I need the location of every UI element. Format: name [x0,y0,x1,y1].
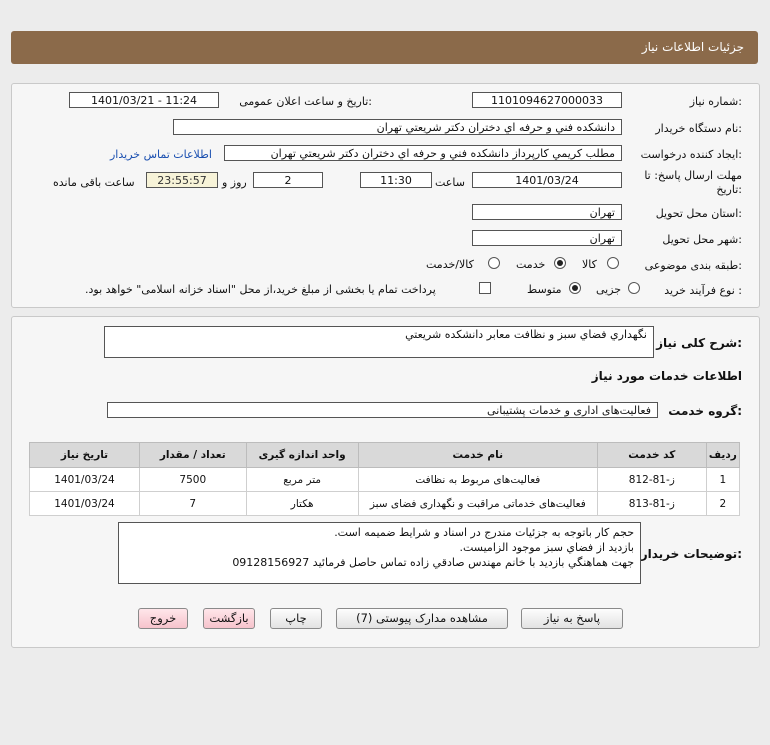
treasury-payment-checkbox[interactable] [479,282,491,294]
buyer-org-field: دانشكده فني و حرفه اي دختران دكتر شريعتي… [173,119,622,135]
service-group-label: گروه خدمت: [668,404,742,418]
category-radio-goods-service[interactable] [488,257,500,269]
need-number-label: شماره نیاز: [689,95,742,108]
category-label: طبقه بندی موضوعی: [644,259,742,272]
col-header-qty: تعداد / مقدار [138,442,247,468]
exit-button[interactable]: خروج [138,608,188,629]
deadline-date-field: 1401/03/24 [472,172,622,188]
page-title: جزئیات اطلاعات نیاز [641,40,744,54]
deadline-time-field: 11:30 [360,172,432,188]
deadline-time-label: ساعت [435,176,465,189]
process-type-label: نوع فرآیند خرید : [664,284,742,297]
services-section-title: اطلاعات خدمات مورد نیاز [591,369,742,383]
remaining-time-label: ساعت باقی مانده [53,176,135,189]
creator-label: ایجاد کننده درخواست: [640,148,742,161]
cell-row: 2 [705,491,741,516]
category-radio-goods[interactable] [607,257,619,269]
buyer-contact-link[interactable]: اطلاعات تماس خریدار [110,148,212,161]
table-row: 2 ز-81-813 فعالیت‌های خدماتی مراقبت و نگ… [29,491,741,516]
cell-unit: متر مربع [245,467,359,492]
cell-name: فعالیت‌های خدماتی مراقبت و نگهداری فضای … [357,491,598,516]
table-header-row: ردیف کد خدمت نام خدمت واحد اندازه گیری ت… [29,442,741,468]
process-option-medium: متوسط [527,283,562,296]
remaining-time-field: 23:55:57 [146,172,218,188]
buyer-org-label: نام دستگاه خریدار: [655,122,742,135]
cell-date: 1401/03/24 [29,491,140,516]
buyer-notes-label: توضیحات خریدار: [640,547,742,561]
cell-code: ز-81-812 [596,467,707,492]
back-button[interactable]: بازگشت [203,608,255,629]
col-header-code: کد خدمت [596,442,707,468]
need-summary-label: شرح کلی نیاز: [656,336,742,350]
treasury-payment-note: پرداخت تمام یا بخشی از مبلغ خرید،از محل … [85,283,436,296]
remaining-days-field: 2 [253,172,323,188]
category-radio-service[interactable] [554,257,566,269]
buyer-notes-field: حجم كار باتوجه به جزئيات مندرج در اسناد … [118,522,641,584]
process-radio-minor[interactable] [628,282,640,294]
creator-field: مطلب كريمي كارپرداز دانشكده فني و حرفه ا… [224,145,622,161]
announce-datetime-field: 1401/03/21 - 11:24 [69,92,219,108]
delivery-city-field: تهران [472,230,622,246]
delivery-city-label: شهر محل تحویل: [662,233,742,246]
process-option-minor: جزیی [596,283,622,296]
table-row: 1 ز-81-812 فعالیت‌های مربوط به نظافت متر… [29,467,741,492]
cell-code: ز-81-813 [596,491,707,516]
cell-row: 1 [705,467,741,492]
deadline-label: مهلت ارسال پاسخ: تا [644,169,742,182]
header-bar: جزئیات اطلاعات نیاز [11,31,758,64]
col-header-name: نام خدمت [357,442,598,468]
category-option-goods: کالا [582,258,597,271]
category-option-service: خدمت [516,258,546,271]
cell-date: 1401/03/24 [29,467,140,492]
cell-qty: 7 [138,491,247,516]
announce-datetime-label: تاریخ و ساعت اعلان عمومی: [239,95,372,108]
service-group-field: فعالیت‌های اداری و خدمات پشتیبانی [107,402,658,418]
need-number-field: 1101094627000033 [472,92,622,108]
cell-name: فعالیت‌های مربوط به نظافت [357,467,598,492]
remaining-days-label: روز و [222,176,247,189]
need-details-panel [11,83,760,308]
category-option-goods-service: کالا/خدمت [426,258,474,271]
delivery-province-field: تهران [472,204,622,220]
cell-unit: هکتار [245,491,359,516]
col-header-date: تاریخ نیاز [29,442,140,468]
deadline-date-label: تاریخ: [716,183,742,196]
print-button[interactable]: چاپ [270,608,322,629]
buyer-note-line: حجم كار باتوجه به جزئيات مندرج در اسناد … [334,526,634,539]
services-table: ردیف کد خدمت نام خدمت واحد اندازه گیری ت… [29,442,741,516]
col-header-row: ردیف [705,442,741,468]
process-radio-medium[interactable] [569,282,581,294]
col-header-unit: واحد اندازه گیری [245,442,359,468]
buyer-note-line: جهت هماهنگي بازديد با خانم مهندس صادقي ز… [232,556,634,569]
view-documents-button[interactable]: مشاهده مدارک پیوستی (7) [336,608,508,629]
delivery-province-label: استان محل تحویل: [655,207,742,220]
reply-button[interactable]: پاسخ به نیاز [521,608,623,629]
buyer-note-line: بازديد از فضاي سبز موجود الزاميست. [459,541,635,554]
cell-qty: 7500 [138,467,247,492]
need-summary-field: نگهداري فضاي سبز و نظافت معابر دانشكده ش… [104,326,654,358]
